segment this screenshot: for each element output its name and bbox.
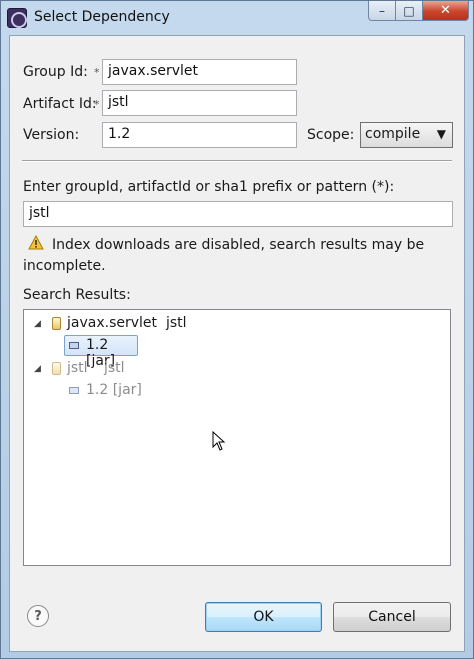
version-icon [69, 387, 79, 394]
search-results-label: Search Results: [23, 287, 131, 303]
group-id-required-marker: * [94, 66, 100, 79]
mouse-cursor-icon [212, 431, 226, 451]
expand-triangle-icon[interactable]: ◢ [34, 319, 41, 329]
artifact-id-field[interactable]: jstl [102, 90, 297, 116]
window-title: Select Dependency [34, 9, 170, 25]
warning-message-line2: incomplete. [23, 258, 106, 274]
separator [22, 160, 452, 162]
maximize-button[interactable]: □ [396, 1, 423, 21]
tree-item-group-id: jstl [67, 360, 88, 376]
dialog-window: Select Dependency – □ ✕ Group Id: * java… [0, 0, 474, 659]
warning-message-line1: Index downloads are disabled, search res… [52, 237, 425, 253]
tree-item-group[interactable]: ◢ javax.servlet jstl [30, 314, 330, 334]
help-icon: ? [34, 608, 42, 624]
version-icon [69, 342, 79, 349]
chevron-down-icon: ▼ [436, 127, 446, 141]
cancel-button[interactable]: Cancel [333, 602, 451, 632]
minimize-button[interactable]: – [368, 1, 396, 21]
expand-triangle-icon[interactable]: ◢ [34, 364, 41, 374]
tree-item-group-id: javax.servlet [67, 315, 158, 331]
tree-item-version[interactable]: 1.2 [jar] [65, 381, 185, 401]
minimize-icon: – [379, 3, 385, 18]
maximize-icon: □ [403, 3, 415, 18]
tree-item-version-selected[interactable]: 1.2 [jar] [64, 335, 138, 369]
group-id-label: Group Id: [23, 64, 88, 80]
version-field[interactable]: 1.2 [102, 122, 297, 148]
scope-value: compile [365, 126, 421, 142]
close-icon: ✕ [440, 3, 451, 18]
artifact-id-label: Artifact Id: [23, 96, 97, 112]
jar-icon [52, 362, 61, 375]
tree-item-version-label: 1.2 [jar] [86, 382, 142, 398]
help-button[interactable]: ? [27, 605, 49, 627]
tree-item-artifact-id: jstl [104, 360, 125, 376]
jar-icon [52, 317, 61, 330]
version-label: Version: [23, 127, 80, 143]
artifact-id-required-marker: * [94, 98, 100, 111]
ok-button[interactable]: OK [205, 602, 322, 632]
search-label: Enter groupId, artifactId or sha1 prefix… [23, 179, 395, 195]
tree-item-artifact-id: jstl [166, 315, 187, 331]
close-button[interactable]: ✕ [423, 1, 469, 21]
search-input[interactable]: jstl [23, 201, 453, 227]
group-id-field[interactable]: javax.servlet [102, 59, 297, 85]
dialog-content: Group Id: * javax.servlet Artifact Id: *… [9, 35, 465, 652]
window-controls: – □ ✕ [368, 1, 469, 21]
scope-label: Scope: [307, 127, 355, 143]
app-icon[interactable] [7, 8, 27, 28]
search-results-tree[interactable]: ◢ javax.servlet jstl 1.2 [jar] ◢ jstl js… [23, 309, 451, 566]
title-bar[interactable]: Select Dependency – □ ✕ [1, 1, 473, 35]
tree-item-group[interactable]: ◢ jstl jstl [30, 359, 330, 379]
scope-select[interactable]: compile ▼ [360, 122, 453, 148]
warning-icon [28, 235, 44, 250]
